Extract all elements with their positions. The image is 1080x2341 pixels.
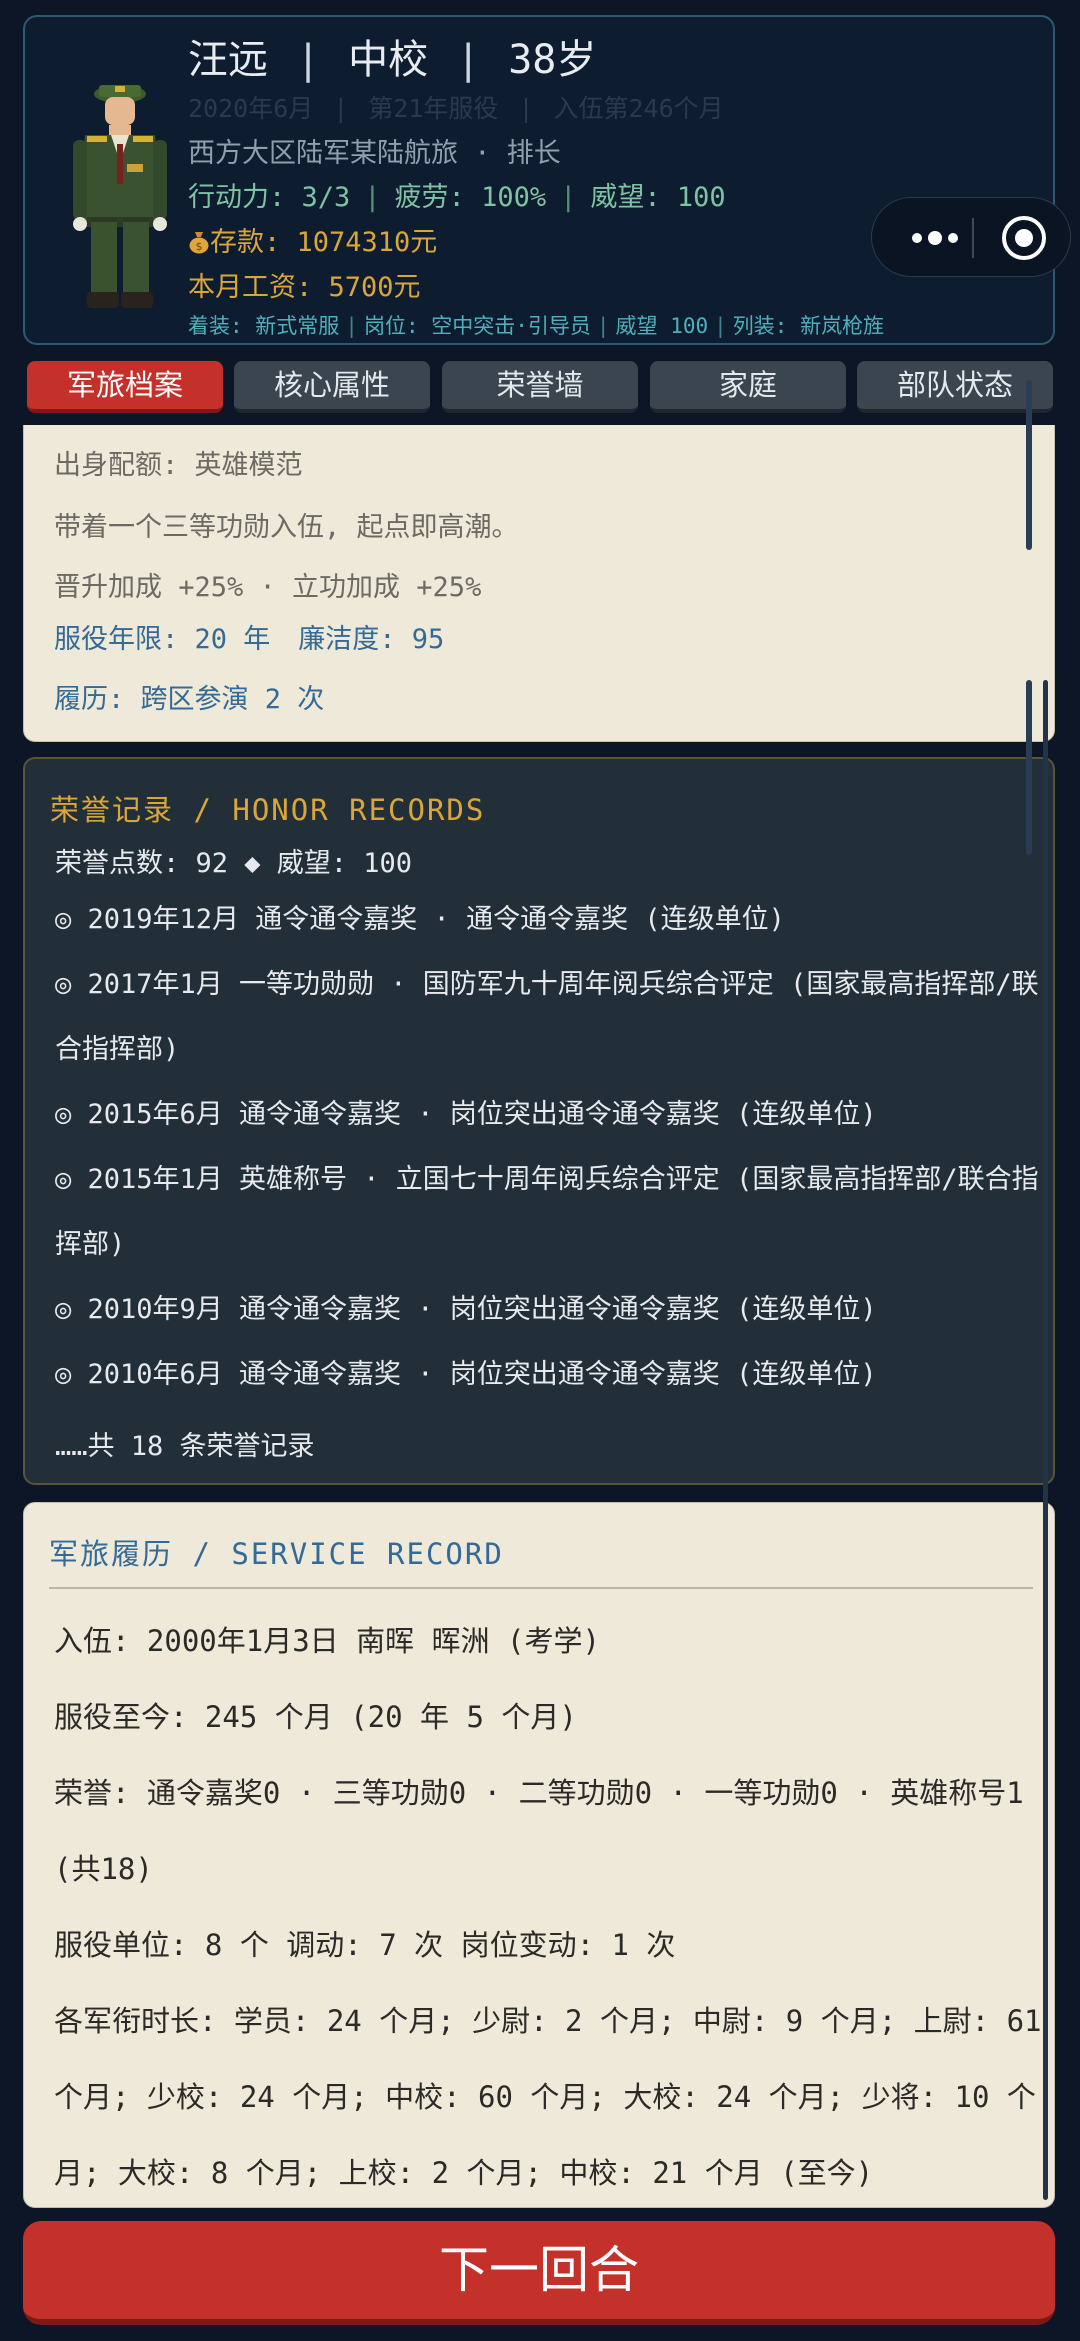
player-header-card: 汪远 | 中校 | 38岁 2020年6月 | 第21年服役 | 入伍第246个月 西方大区陆军… bbox=[23, 15, 1071, 345]
honor-record: ◎ 2010年6月 通令通令嘉奖 · 岗位突出通令通令嘉奖 (连级单位) bbox=[55, 1359, 877, 1390]
unit-transfer-info: 服役单位: 8 个 调动: 7 次 岗位变动: 1 次 bbox=[54, 1928, 676, 1962]
honor-record: ◎ 2017年1月 一等功勋勋 · 国防军九十周年阅兵综合评定 (国家最高指挥部… bbox=[55, 969, 1039, 1065]
prestige-info: 威望 100 bbox=[615, 314, 709, 338]
service-years: 服役年限: 20 年 bbox=[54, 624, 271, 655]
service-details: 入伍: 2000年1月3日 南晖 晖洲 (考学) 服役至今: 245 个月 (2… bbox=[54, 1603, 1044, 2211]
honor-summary: 荣誉: 通令嘉奖0 · 三等功勋0 · 二等功勋0 · 一等功勋0 · 英雄称号… bbox=[54, 1776, 1024, 1886]
service-year: 第21年服役 bbox=[368, 94, 499, 123]
current-date: 2020年6月 bbox=[188, 94, 314, 123]
scrollbar-thumb-top[interactable] bbox=[1026, 380, 1032, 550]
tab-bar: 军旅档案 核心属性 荣誉墙 家庭 部队状态 bbox=[27, 361, 1053, 413]
profile-card: 出身配额: 英雄模范 带着一个三等功勋入伍, 起点即高潮。 晋升加成 +25% … bbox=[23, 425, 1055, 742]
rank-durations: 各军衔时长: 学员: 24 个月; 少尉: 2 个月; 中尉: 9 个月; 上尉… bbox=[54, 2004, 1042, 2190]
integrity-score: 廉洁度: 95 bbox=[298, 624, 445, 655]
player-title: 汪远 | 中校 | 38岁 bbox=[188, 37, 597, 83]
gear-info: 列装: 新岚枪旌 bbox=[732, 314, 885, 338]
post-info: 岗位: 空中突击·引导员 bbox=[363, 314, 591, 338]
scrollbar-thumb-middle[interactable] bbox=[1026, 680, 1032, 855]
honor-total: ……共 18 条荣誉记录 bbox=[55, 1431, 315, 1462]
honor-record: ◎ 2010年9月 通令通令嘉奖 · 岗位突出通令通令嘉奖 (连级单位) bbox=[55, 1294, 877, 1325]
tab-core-attributes[interactable]: 核心属性 bbox=[234, 361, 430, 413]
money-bag-icon: $ bbox=[189, 232, 209, 254]
honor-points: 荣誉点数: 92 ◆ 威望: 100 bbox=[55, 848, 413, 879]
enlist-months: 入伍第246个月 bbox=[553, 94, 724, 123]
player-name: 汪远 bbox=[188, 37, 268, 83]
fatigue-label: 疲劳: bbox=[394, 182, 482, 213]
position-name: 排长 bbox=[506, 138, 561, 169]
miniprogram-capsule bbox=[871, 197, 1071, 277]
tab-family[interactable]: 家庭 bbox=[650, 361, 846, 413]
page-scrollbar[interactable] bbox=[1043, 680, 1048, 2200]
close-target-icon[interactable] bbox=[998, 212, 1050, 264]
tab-military-profile[interactable]: 军旅档案 bbox=[27, 361, 223, 413]
enlist-info: 入伍: 2000年1月3日 南晖 晖洲 (考学) bbox=[54, 1624, 600, 1658]
capsule-divider bbox=[972, 218, 974, 258]
bonus-line: 晋升加成 +25% · 立功加成 +25% bbox=[54, 572, 482, 603]
tab-unit-status[interactable]: 部队状态 bbox=[857, 361, 1053, 413]
service-duration: 服役至今: 245 个月 (20 年 5 个月) bbox=[54, 1700, 577, 1734]
equipment-line: 着装: 新式常服 | 岗位: 空中突击·引导员 | 威望 100 | 列装: 新岚枪旌 bbox=[188, 314, 885, 338]
honor-record: ◎ 2019年12月 通令通令嘉奖 · 通令通令嘉奖 (连级单位) bbox=[55, 904, 785, 935]
fatigue-value: 100% bbox=[481, 182, 547, 213]
prestige-value: 100 bbox=[676, 182, 726, 213]
origin-quota: 出身配额: 英雄模范 bbox=[54, 450, 303, 481]
prestige-label: 威望: bbox=[590, 182, 677, 213]
player-age: 38岁 bbox=[508, 37, 597, 83]
action-value: 3/3 bbox=[301, 182, 351, 213]
honor-list: ◎ 2019年12月 通令通令嘉奖 · 通令通令嘉奖 (连级单位) ◎ 2017… bbox=[55, 887, 1045, 1407]
next-turn-button[interactable]: 下一回合 bbox=[23, 2221, 1055, 2325]
honor-record: ◎ 2015年6月 通令通令嘉奖 · 岗位突出通令通令嘉奖 (连级单位) bbox=[55, 1099, 877, 1130]
salary-line: 本月工资: 5700元 bbox=[188, 272, 421, 303]
honor-section-title: 荣誉记录 / HONOR RECORDS bbox=[50, 793, 486, 827]
service-integrity-line: 服役年限: 20 年廉洁度: 95 bbox=[54, 617, 444, 656]
officer-avatar-icon bbox=[73, 85, 167, 308]
savings-value: 存款: 1074310元 bbox=[210, 227, 438, 258]
unit-name: 西方大区陆军某陆航旅 bbox=[188, 138, 458, 169]
player-rank: 中校 bbox=[348, 37, 429, 83]
unit-line: 西方大区陆军某陆航旅 · 排长 bbox=[188, 138, 561, 169]
service-section-title: 军旅履历 / SERVICE RECORD bbox=[49, 1537, 504, 1571]
uniform-info: 着装: 新式常服 bbox=[188, 314, 340, 338]
more-options-icon[interactable] bbox=[900, 216, 970, 260]
svg-text:$: $ bbox=[196, 240, 203, 253]
honor-record: ◎ 2015年1月 英雄称号 · 立国七十周年阅兵综合评定 (国家最高指挥部/联… bbox=[55, 1164, 1039, 1260]
action-label: 行动力: bbox=[188, 182, 302, 213]
honor-records-card: 荣誉记录 / HONOR RECORDS 荣誉点数: 92 ◆ 威望: 100 … bbox=[23, 757, 1055, 1485]
service-record-card: 军旅履历 / SERVICE RECORD 入伍: 2000年1月3日 南晖 晖… bbox=[23, 1502, 1055, 2208]
section-divider bbox=[49, 1587, 1033, 1589]
savings-line: $ 存款: 1074310元 bbox=[188, 220, 437, 259]
game-date-line: 2020年6月 | 第21年服役 | 入伍第246个月 bbox=[188, 94, 724, 123]
stats-line: 行动力: 3/3 | 疲劳: 100% | 威望: 100 bbox=[188, 182, 726, 213]
tab-honor-wall[interactable]: 荣誉墙 bbox=[442, 361, 638, 413]
history-line: 履历: 跨区参演 2 次 bbox=[54, 684, 325, 715]
origin-description: 带着一个三等功勋入伍, 起点即高潮。 bbox=[54, 512, 519, 543]
